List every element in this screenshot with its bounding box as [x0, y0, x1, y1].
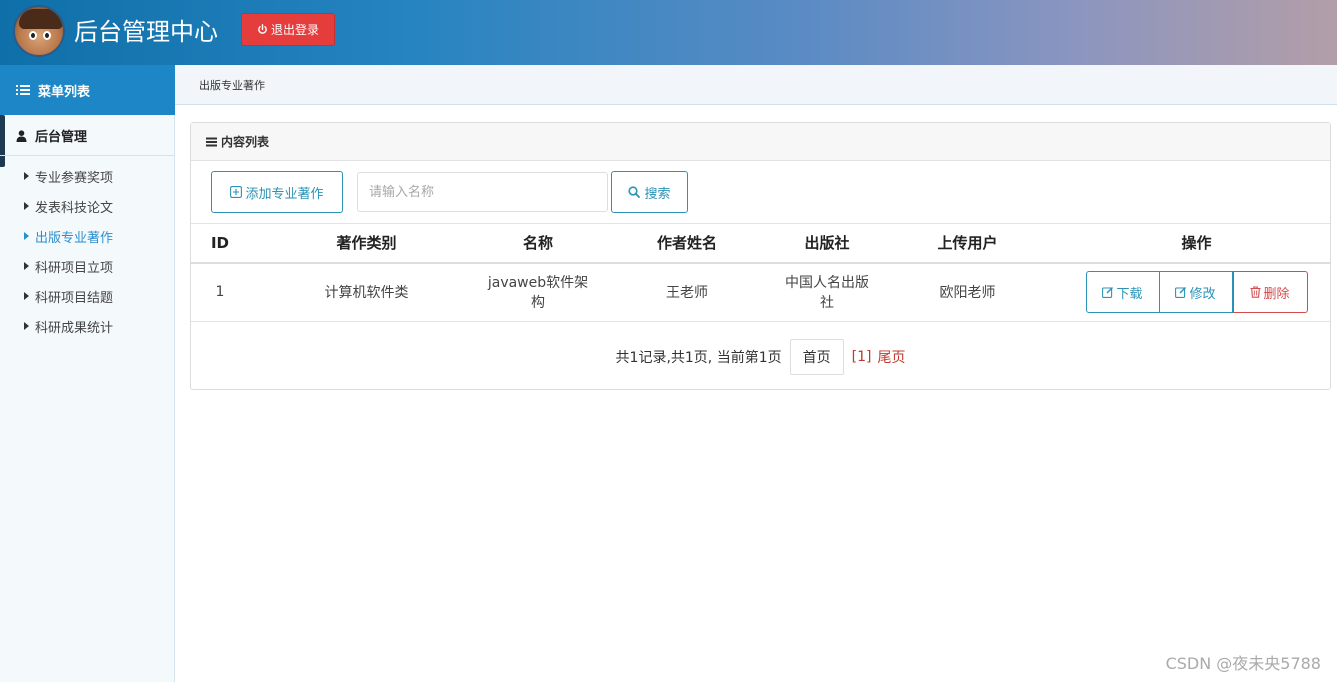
sidebar-item-label: 科研项目立项 [35, 260, 114, 276]
cell-type: 计算机软件类 [249, 262, 484, 322]
app-title: 后台管理中心 [74, 18, 218, 46]
breadcrumb-current: 出版专业著作 [199, 78, 265, 92]
logout-button[interactable]: 退出登录 [241, 13, 335, 46]
first-page-button[interactable]: 首页 [789, 338, 844, 375]
sidebar-item-publications[interactable]: 出版专业著作 [0, 221, 175, 251]
column-header-name[interactable]: 名称 [484, 223, 592, 264]
cell-id: 1 [191, 262, 249, 322]
cell-name: javaweb软件架构 [484, 262, 592, 322]
sidebar-item-label: 科研项目结题 [35, 290, 114, 306]
content-table: ID 著作类别 名称 作者姓名 出版社 上传用户 操作 1 计算机软件类 jav… [191, 223, 1330, 322]
top-header: 后台管理中心 退出登录 [0, 0, 1337, 65]
logout-label: 退出登录 [270, 23, 319, 37]
sidebar-item-statistics[interactable]: 科研成果统计 [0, 311, 175, 341]
pagination: 共1记录,共1页, 当前第1页 首页 [1] 尾页 [191, 338, 1330, 375]
delete-button[interactable]: 删除 [1232, 271, 1308, 314]
breadcrumb: 出版专业著作 [175, 65, 1337, 105]
avatar [13, 5, 65, 57]
edit-button[interactable]: 修改 [1159, 271, 1233, 314]
search-icon [628, 186, 641, 198]
panel-title: 内容列表 [221, 135, 270, 149]
search-button-label: 搜索 [644, 186, 671, 202]
sidebar-item-label: 专业参赛奖项 [35, 170, 114, 186]
column-header-type[interactable]: 著作类别 [249, 223, 484, 264]
sidebar-item-label: 科研成果统计 [35, 320, 114, 336]
watermark: CSDN @夜未央5788 [1165, 654, 1321, 673]
column-header-uploader[interactable]: 上传用户 [872, 223, 1063, 264]
cell-publisher: 中国人名出版社 [782, 262, 872, 322]
row-actions: 下载 修改 删除 [1085, 271, 1308, 314]
sidebar-item-project-completion[interactable]: 科研项目结题 [0, 281, 175, 311]
table-row: 1 计算机软件类 javaweb软件架构 王老师 中国人名出版社 欧阳老师 下载 [191, 262, 1330, 322]
toolbar: 添加专业著作 搜索 [191, 161, 1330, 223]
search-input[interactable] [357, 172, 608, 212]
column-header-actions: 操作 [1063, 223, 1330, 264]
panel-heading: 内容列表 [191, 123, 1330, 161]
last-page-link[interactable]: 尾页 [877, 347, 905, 367]
menu-header-label: 菜单列表 [38, 84, 91, 100]
column-header-id[interactable]: ID [191, 223, 249, 264]
table-header-row: ID 著作类别 名称 作者姓名 出版社 上传用户 操作 [191, 223, 1330, 264]
bars-icon [206, 137, 217, 147]
caret-right-icon [24, 232, 29, 240]
edit-icon [1175, 286, 1187, 299]
edit-icon [1102, 286, 1114, 299]
power-icon [257, 24, 268, 35]
caret-right-icon [24, 262, 29, 270]
cell-uploader: 欧阳老师 [872, 262, 1063, 322]
sidebar-item-papers[interactable]: 发表科技论文 [0, 191, 175, 221]
download-label: 下载 [1116, 286, 1143, 302]
sidebar-menu: 专业参赛奖项 发表科技论文 出版专业著作 科研项目立项 科研项目结题 科研成果统… [0, 161, 175, 341]
group-title-label: 后台管理 [35, 130, 88, 145]
add-button-label: 添加专业著作 [245, 186, 324, 202]
user-icon [16, 129, 27, 142]
trash-icon [1250, 286, 1261, 298]
pagination-summary: 共1记录,共1页, 当前第1页 [615, 349, 782, 366]
caret-right-icon [24, 172, 29, 180]
content-panel: 内容列表 添加专业著作 搜索 ID 著作类别 名称 作者姓名 出版社 上传用户 [190, 122, 1331, 390]
list-icon [16, 84, 30, 96]
delete-label: 删除 [1263, 286, 1290, 302]
sidebar-item-project-approval[interactable]: 科研项目立项 [0, 251, 175, 281]
sidebar-group-title[interactable]: 后台管理 [0, 116, 175, 156]
cell-author: 王老师 [592, 262, 782, 322]
caret-right-icon [24, 292, 29, 300]
sidebar-item-label: 发表科技论文 [35, 200, 114, 216]
column-header-author[interactable]: 作者姓名 [592, 223, 782, 264]
caret-right-icon [24, 202, 29, 210]
menu-header: 菜单列表 [0, 65, 175, 115]
sidebar: 菜单列表 后台管理 专业参赛奖项 发表科技论文 出版专业著作 科研项目立项 科研… [0, 65, 175, 682]
plus-square-icon [230, 186, 243, 198]
add-publication-button[interactable]: 添加专业著作 [211, 171, 343, 213]
edit-label: 修改 [1189, 286, 1216, 302]
column-header-publisher[interactable]: 出版社 [782, 223, 872, 264]
sidebar-item-awards[interactable]: 专业参赛奖项 [0, 161, 175, 191]
cell-actions: 下载 修改 删除 [1063, 262, 1330, 322]
download-button[interactable]: 下载 [1085, 271, 1160, 314]
caret-right-icon [24, 322, 29, 330]
search-button[interactable]: 搜索 [611, 171, 688, 213]
current-page-link[interactable]: [1] [852, 349, 872, 365]
sidebar-item-label: 出版专业著作 [35, 230, 114, 246]
